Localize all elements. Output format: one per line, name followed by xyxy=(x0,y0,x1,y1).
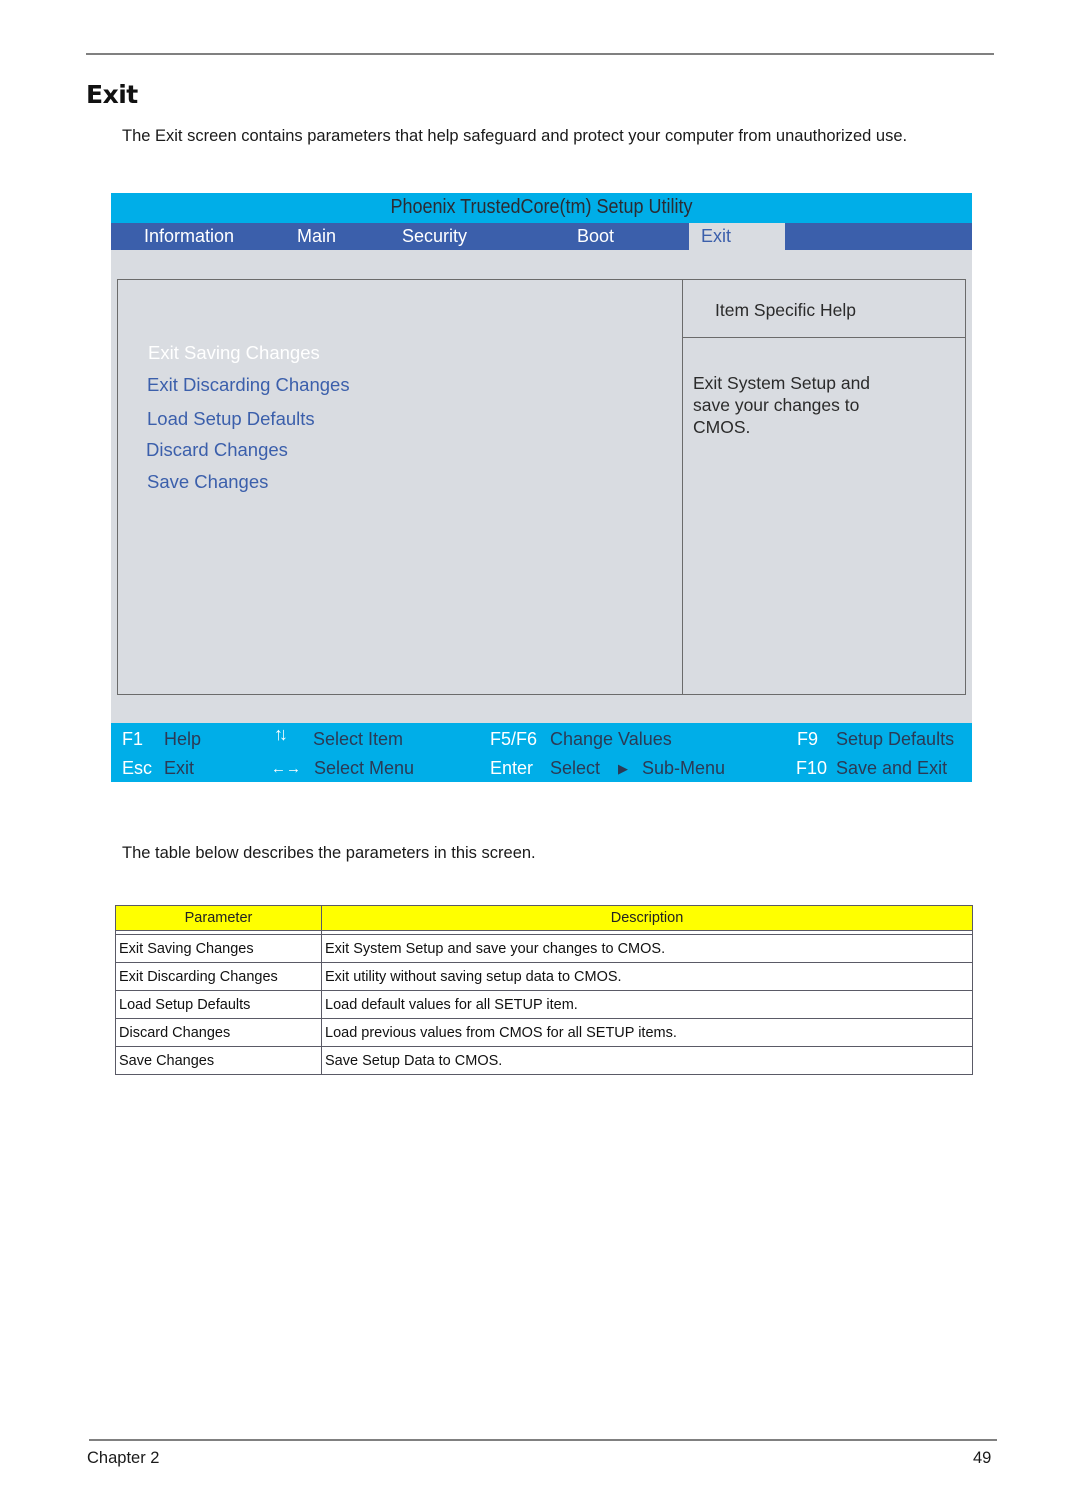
header-parameter: Parameter xyxy=(115,905,322,931)
help-line: save your changes to xyxy=(693,395,860,415)
key-esc: Esc xyxy=(122,758,153,778)
options-panel: Exit Saving Changes Exit Discarding Chan… xyxy=(117,279,683,695)
help-panel: Item Specific Help Exit System Setup and… xyxy=(683,279,966,695)
menu-tab-boot[interactable]: Boot xyxy=(577,226,614,247)
help-header: Item Specific Help xyxy=(683,280,965,338)
bios-title-bar: Phoenix TrustedCore(tm) Setup Utility xyxy=(111,193,972,223)
row-parameter: Discard Changes xyxy=(115,1018,322,1047)
footer-page-number: 49 xyxy=(973,1449,992,1467)
up-down-arrows-icon: ↑↓ xyxy=(274,724,288,744)
table-row: Load Setup Defaults Load default values … xyxy=(115,990,973,1019)
menu-tab-exit[interactable]: Exit xyxy=(689,223,785,250)
help-line: CMOS. xyxy=(693,417,751,437)
row-parameter: Save Changes xyxy=(115,1046,322,1075)
table-header-row: Parameter Description xyxy=(115,905,973,931)
key-f1: F1 xyxy=(122,729,144,749)
triangle-right-icon: ▶ xyxy=(618,761,628,776)
key-f1-desc: Help xyxy=(164,729,202,749)
key-enter: Enter xyxy=(490,758,534,778)
help-line: Exit System Setup and xyxy=(693,373,871,393)
page-title: Exit xyxy=(86,80,138,109)
table-row: Exit Saving Changes Exit System Setup an… xyxy=(115,934,973,963)
bios-screenshot: Phoenix TrustedCore(tm) Setup Utility In… xyxy=(111,193,972,782)
intro-paragraph: The Exit screen contains parameters that… xyxy=(122,127,908,145)
menu-tab-main[interactable]: Main xyxy=(297,226,336,247)
table-intro: The table below describes the parameters… xyxy=(122,844,536,862)
row-description: Load previous values from CMOS for all S… xyxy=(321,1018,973,1047)
help-text: Exit System Setup and save your changes … xyxy=(693,372,943,438)
row-parameter: Exit Discarding Changes xyxy=(115,962,322,991)
left-right-arrows-icon: ←→ xyxy=(271,760,301,777)
footer-rule xyxy=(89,1439,997,1441)
row-parameter: Load Setup Defaults xyxy=(115,990,322,1019)
bios-title: Phoenix TrustedCore(tm) Setup Utility xyxy=(390,196,693,218)
row-description: Exit System Setup and save your changes … xyxy=(321,934,973,963)
key-f9-desc: Setup Defaults xyxy=(836,729,955,749)
key-esc-desc: Exit xyxy=(164,758,195,778)
key-updown-desc: Select Item xyxy=(313,729,404,749)
bios-key-legend: F1 Help ↑↓ Select Item F5/F6 Change Valu… xyxy=(111,723,972,782)
option-discard-changes[interactable]: Discard Changes xyxy=(146,439,288,461)
row-description: Save Setup Data to CMOS. xyxy=(321,1046,973,1075)
table-row: Save Changes Save Setup Data to CMOS. xyxy=(115,1046,973,1075)
help-header-title: Item Specific Help xyxy=(715,300,857,320)
header-description: Description xyxy=(321,905,973,931)
menu-tab-information[interactable]: Information xyxy=(144,226,234,247)
option-exit-saving-changes[interactable]: Exit Saving Changes xyxy=(148,342,320,364)
option-save-changes[interactable]: Save Changes xyxy=(147,471,268,493)
key-f10-desc: Save and Exit xyxy=(836,758,948,778)
key-f5f6: F5/F6 xyxy=(490,729,538,749)
bios-menu-bar: Information Main Security Boot Exit xyxy=(111,223,972,250)
row-parameter: Exit Saving Changes xyxy=(115,934,322,963)
key-enter-desc: Select xyxy=(550,758,601,778)
menu-tab-security[interactable]: Security xyxy=(402,226,467,247)
option-exit-discarding-changes[interactable]: Exit Discarding Changes xyxy=(147,374,350,396)
key-enter-extra: Sub-Menu xyxy=(642,758,726,778)
table-row: Discard Changes Load previous values fro… xyxy=(115,1018,973,1047)
row-description: Load default values for all SETUP item. xyxy=(321,990,973,1019)
key-f5f6-desc: Change Values xyxy=(550,729,672,749)
key-f9: F9 xyxy=(797,729,819,749)
header-rule xyxy=(86,53,994,55)
row-description: Exit utility without saving setup data t… xyxy=(321,962,973,991)
table-row: Exit Discarding Changes Exit utility wit… xyxy=(115,962,973,991)
parameter-table: Parameter Description Exit Saving Change… xyxy=(115,905,973,1075)
key-leftright-desc: Select Menu xyxy=(314,758,415,778)
option-load-setup-defaults[interactable]: Load Setup Defaults xyxy=(147,408,315,430)
key-f10: F10 xyxy=(796,758,828,778)
footer-chapter: Chapter 2 xyxy=(87,1449,160,1467)
